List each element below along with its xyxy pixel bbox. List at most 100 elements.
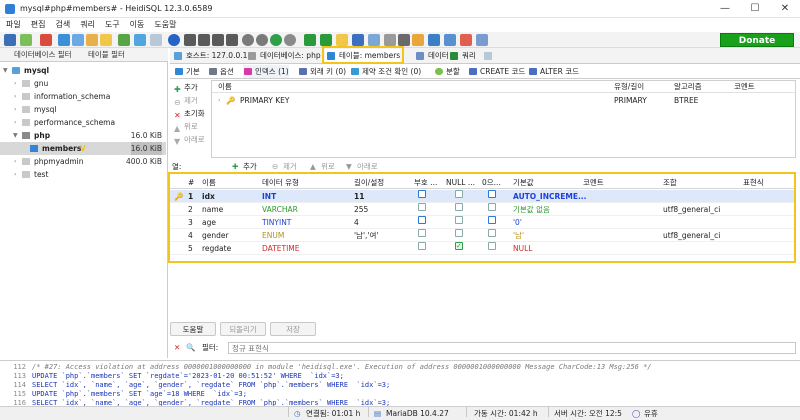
help-button[interactable]: 도움말 xyxy=(170,322,216,336)
add-index-button[interactable]: ✚ 추가 xyxy=(174,82,198,94)
tree-item-phpmyadmin[interactable]: › phpmyadmin 400.0 KiB xyxy=(0,155,166,168)
chevron-right-icon[interactable]: › xyxy=(14,103,16,116)
export-icon[interactable] xyxy=(86,34,98,46)
subtab-options[interactable]: 옵션 xyxy=(208,65,234,78)
tab-data[interactable]: 데이터 xyxy=(414,49,449,63)
index-header-algorithm[interactable]: 알고리즘 xyxy=(674,81,702,93)
session-manager-icon[interactable] xyxy=(4,34,16,46)
close-icon[interactable]: ✕ xyxy=(174,341,180,355)
post-row-icon[interactable] xyxy=(270,34,282,46)
paste-icon[interactable] xyxy=(72,34,84,46)
subtab-create-code[interactable]: CREATE 코드 xyxy=(468,65,525,78)
subtab-basic[interactable]: 기본 xyxy=(174,65,200,78)
first-record-icon[interactable] xyxy=(184,34,196,46)
chevron-right-icon[interactable]: › xyxy=(14,155,16,168)
close-button[interactable]: ✕ xyxy=(770,0,800,18)
replace-icon[interactable] xyxy=(398,34,410,46)
save-as-icon[interactable] xyxy=(368,34,380,46)
clear-index-button[interactable]: ✕ 초기화 xyxy=(174,108,205,120)
index-row[interactable]: › 🔑 PRIMARY KEY PRIMARY BTREE xyxy=(212,95,795,107)
filter-input[interactable] xyxy=(228,342,796,354)
delete-row-icon[interactable] xyxy=(256,34,268,46)
subtab-alter-code[interactable]: ALTER 코드 xyxy=(528,65,579,78)
menu-search[interactable]: 검색 xyxy=(55,18,70,32)
save-button[interactable]: 저장 xyxy=(270,322,316,336)
tab-host[interactable]: 호스트: 127.0.0.1 xyxy=(172,49,247,63)
subtab-indexes[interactable]: 인덱스 (1) xyxy=(243,65,289,78)
format-sql-icon[interactable] xyxy=(412,34,424,46)
find-icon[interactable] xyxy=(384,34,396,46)
prev-record-icon[interactable] xyxy=(198,34,210,46)
snippets-icon[interactable] xyxy=(428,34,440,46)
menu-tools[interactable]: 도구 xyxy=(105,18,120,32)
tree-item-label: performance_schema xyxy=(34,118,116,127)
stop-icon[interactable] xyxy=(460,34,472,46)
subtab-create-code-label: CREATE 코드 xyxy=(480,67,526,76)
discard-button[interactable]: 되돌리기 xyxy=(220,322,266,336)
log-line-number: 114 xyxy=(13,381,26,389)
tree-item-performance-schema[interactable]: › performance_schema xyxy=(0,116,166,129)
tree-item-gnu[interactable]: › gnu xyxy=(0,77,166,90)
minimize-button[interactable]: — xyxy=(710,0,740,18)
last-record-icon[interactable] xyxy=(226,34,238,46)
connect-icon[interactable] xyxy=(20,34,32,46)
chevron-right-icon[interactable]: › xyxy=(14,168,16,181)
refresh-icon[interactable] xyxy=(134,34,146,46)
menu-query[interactable]: 쿼리 xyxy=(80,18,95,32)
index-header-type[interactable]: 유형/길이 xyxy=(614,81,644,93)
subtab-check-constraints[interactable]: 제약 조건 확인 (0) xyxy=(350,65,421,78)
help-icon[interactable] xyxy=(168,34,180,46)
log-line-number: 115 xyxy=(13,390,26,398)
execute-selection-icon[interactable] xyxy=(320,34,332,46)
tree-item-mysql[interactable]: › mysql xyxy=(0,103,166,116)
heidisql-app-icon xyxy=(5,4,15,14)
tab-query[interactable]: 쿼리 xyxy=(448,49,476,63)
tree-item-test[interactable]: › test xyxy=(0,168,166,181)
move-up-index-button[interactable]: ▲ 위로 xyxy=(174,121,198,133)
new-query-tab-button[interactable] xyxy=(482,49,496,63)
database-filter-tab[interactable]: 데이터베이스 필터 xyxy=(14,49,72,61)
chevron-down-icon[interactable]: ▼ xyxy=(3,64,8,77)
query-log-icon[interactable] xyxy=(444,34,456,46)
chevron-right-icon[interactable]: › xyxy=(218,95,220,107)
open-file-icon[interactable] xyxy=(336,34,348,46)
next-record-icon[interactable] xyxy=(212,34,224,46)
tab-query-label: 쿼리 xyxy=(462,51,476,60)
menu-edit[interactable]: 편집 xyxy=(31,18,46,32)
index-header-comment[interactable]: 코멘트 xyxy=(734,81,755,93)
move-down-index-button[interactable]: ▼ 아래로 xyxy=(174,134,205,146)
tree-item-information-schema[interactable]: › information_schema xyxy=(0,90,166,103)
menu-goto[interactable]: 이동 xyxy=(130,18,145,32)
clock-icon: ◷ xyxy=(294,409,301,418)
subtab-partitions[interactable]: 분할 xyxy=(434,65,460,78)
insert-row-icon[interactable] xyxy=(242,34,254,46)
copy-icon[interactable] xyxy=(58,34,70,46)
maximize-button[interactable]: ☐ xyxy=(740,0,770,18)
tree-item-php[interactable]: ▼ php 16.0 KiB xyxy=(0,129,166,142)
settings-icon[interactable] xyxy=(476,34,488,46)
save-icon[interactable] xyxy=(352,34,364,46)
disconnect-icon[interactable] xyxy=(40,34,52,46)
options-icon[interactable] xyxy=(150,34,162,46)
remove-index-button[interactable]: ⊖ 제거 xyxy=(174,95,198,107)
tab-database[interactable]: 데이터베이스: php xyxy=(246,49,321,63)
menu-help[interactable]: 도움말 xyxy=(154,18,176,32)
subtab-foreign-keys[interactable]: 외래 키 (0) xyxy=(298,65,346,78)
cancel-edit-icon[interactable] xyxy=(284,34,296,46)
donate-button[interactable]: Donate xyxy=(720,33,794,47)
index-header-name[interactable]: 이름 xyxy=(218,81,232,93)
menu-file[interactable]: 파일 xyxy=(6,18,21,32)
table-filter-tab[interactable]: 테이블 필터 xyxy=(88,49,125,61)
tree-item-label: phpmyadmin xyxy=(34,157,84,166)
chevron-right-icon[interactable]: › xyxy=(14,116,16,129)
run-icon[interactable] xyxy=(118,34,130,46)
tree-item-members[interactable]: members V 16.0 KiB xyxy=(0,142,166,155)
execute-query-icon[interactable] xyxy=(304,34,316,46)
tree-item-mysql-root[interactable]: ▼ mysql xyxy=(0,64,166,77)
user-manager-icon[interactable] xyxy=(100,34,112,46)
chevron-down-icon[interactable]: ▼ xyxy=(13,129,18,142)
log-line: 112 /* #27: Access violation at address 0… xyxy=(0,363,800,372)
sql-log[interactable]: 112 /* #27: Access violation at address 0… xyxy=(0,360,800,407)
chevron-right-icon[interactable]: › xyxy=(14,77,16,90)
chevron-right-icon[interactable]: › xyxy=(14,90,16,103)
